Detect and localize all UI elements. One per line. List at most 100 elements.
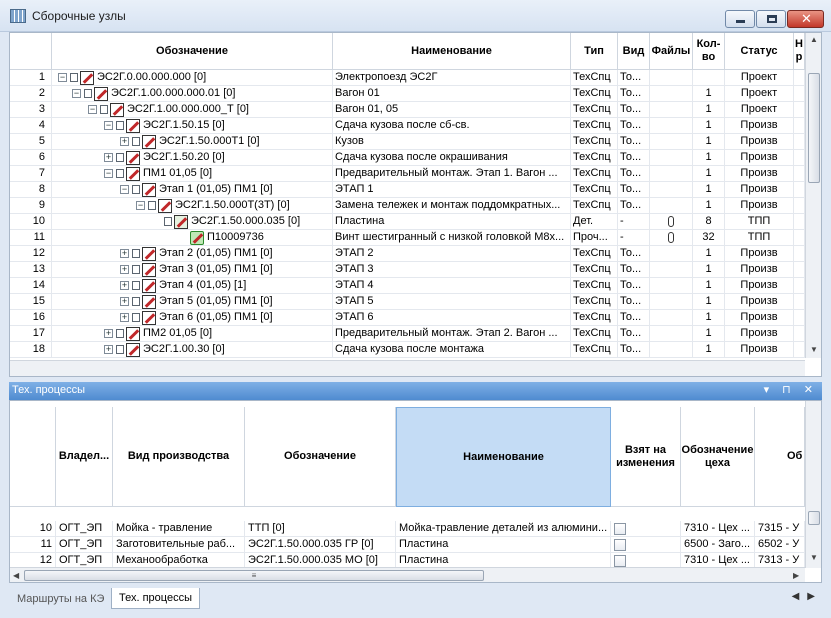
scroll-down-icon-2[interactable]: ▼ — [810, 553, 818, 562]
taken-checkbox[interactable] — [614, 539, 626, 551]
header2-shop[interactable]: Обозначение цеха — [681, 407, 755, 507]
horizontal-scrollbar[interactable] — [10, 360, 805, 376]
checkbox-icon[interactable] — [100, 105, 108, 114]
techprocess-grid[interactable]: Владел... Вид производства Обозначение Н… — [9, 400, 822, 583]
expand-icon[interactable]: + — [120, 313, 129, 322]
checkbox-icon[interactable] — [132, 137, 140, 146]
collapse-icon[interactable]: − — [104, 121, 113, 130]
expand-icon[interactable]: + — [104, 345, 113, 354]
checkbox-icon[interactable] — [164, 217, 172, 226]
cell-qty: 1 — [693, 86, 725, 102]
scroll-up-icon[interactable]: ▲ — [810, 35, 818, 44]
expand-icon[interactable]: + — [120, 297, 129, 306]
horizontal-scrollbar-2[interactable]: ◀ ≡ ▶ — [10, 567, 805, 582]
panel-controls-icon[interactable]: ▾ ⊓ ✕ — [764, 383, 818, 396]
table-row[interactable]: 11 ОГТ_ЭП Заготовительные раб... ЭС2Г.1.50.… — [10, 537, 805, 553]
table-row[interactable]: 11 П10009736 Винт шестигранный с низкой го… — [10, 230, 805, 246]
close-button[interactable]: ✕ — [787, 10, 824, 28]
checkbox-icon[interactable] — [116, 329, 124, 338]
table-row[interactable]: 10 ОГТ_ЭП Мойка - травление ТТП [0] Мойка-тр… — [10, 521, 805, 537]
vertical-scrollbar-2[interactable]: ▼ — [805, 401, 821, 568]
table-row[interactable]: 8 − Этап 1 (01,05) ПМ1 [0] ЭТАП 1 ТехСпц То..… — [10, 182, 805, 198]
tab-techprocesses[interactable]: Тех. процессы — [111, 588, 200, 609]
paperclip-icon[interactable] — [668, 232, 674, 243]
header-type[interactable]: Тип — [571, 33, 618, 70]
collapse-icon[interactable]: − — [120, 185, 129, 194]
taken-checkbox[interactable] — [614, 523, 626, 535]
checkbox-icon[interactable] — [148, 201, 156, 210]
minimize-button[interactable] — [725, 10, 755, 28]
tab-routes[interactable]: Маршруты на КЭ — [9, 588, 112, 609]
checkbox-icon[interactable] — [116, 345, 124, 354]
table-row[interactable]: 9 − ЭС2Г.1.50.000Т(3Т) [0] Замена тележек и… — [10, 198, 805, 214]
header-files[interactable]: Файлы — [650, 33, 693, 70]
checkbox-icon[interactable] — [132, 313, 140, 322]
header-designation[interactable]: Обозначение — [52, 33, 333, 70]
collapse-icon[interactable]: − — [58, 73, 67, 82]
maximize-button[interactable] — [756, 10, 786, 28]
header-extra[interactable]: Н р — [794, 33, 805, 70]
scroll-right-icon[interactable]: ▶ — [793, 571, 799, 580]
table-row[interactable]: 13 + Этап 3 (01,05) ПМ1 [0] ЭТАП 3 ТехСпц То.… — [10, 262, 805, 278]
table-row[interactable]: 14 + Этап 4 (01,05) [1] ЭТАП 4 ТехСпц То... 1 П… — [10, 278, 805, 294]
window-title: Сборочные узлы — [32, 9, 126, 23]
scroll-thumb[interactable] — [808, 73, 820, 183]
header2-owner[interactable]: Владел... — [56, 407, 113, 507]
checkbox-icon[interactable] — [132, 265, 140, 274]
header2-prodtype[interactable]: Вид производства — [113, 407, 245, 507]
checkbox-icon[interactable] — [116, 121, 124, 130]
collapse-icon[interactable]: − — [104, 169, 113, 178]
header-qty[interactable]: Кол-во — [693, 33, 725, 70]
taken-checkbox[interactable] — [614, 555, 626, 567]
checkbox-icon[interactable] — [132, 249, 140, 258]
checkbox-icon[interactable] — [116, 169, 124, 178]
header-name[interactable]: Наименование — [333, 33, 571, 70]
header2-name[interactable]: Наименование — [396, 407, 611, 507]
checkbox-icon[interactable] — [116, 153, 124, 162]
header2-designation[interactable]: Обозначение — [245, 407, 396, 507]
table-row[interactable]: 1− ЭС2Г.0.00.000.000 [0] Электропоезд ЭС2Г… — [10, 70, 805, 86]
table-row[interactable]: 17 + ПМ2 01,05 [0] Предварительный монтаж. … — [10, 326, 805, 342]
table-row[interactable]: 16 + Этап 6 (01,05) ПМ1 [0] ЭТАП 6 ТехСпц То.… — [10, 310, 805, 326]
collapse-icon[interactable]: − — [88, 105, 97, 114]
collapse-icon[interactable]: − — [136, 201, 145, 210]
expand-icon[interactable]: + — [104, 153, 113, 162]
tab-nav-arrows-icon[interactable]: ◀▶ — [792, 591, 823, 602]
checkbox-icon[interactable] — [70, 73, 78, 82]
assembly-grid[interactable]: Обозначение Наименование Тип Вид Файлы К… — [9, 32, 822, 377]
cell-shop: 7310 - Цех ... — [681, 521, 755, 537]
table-row[interactable]: 18 + ЭС2Г.1.00.30 [0] Сдача кузова после мо… — [10, 342, 805, 358]
expand-icon[interactable]: + — [120, 249, 129, 258]
expand-icon[interactable]: + — [120, 137, 129, 146]
scroll-thumb-2[interactable] — [808, 511, 820, 525]
collapse-icon[interactable]: − — [72, 89, 81, 98]
table-row[interactable]: 4 − ЭС2Г.1.50.15 [0] Сдача кузова после сб-… — [10, 118, 805, 134]
hscroll-thumb[interactable]: ≡ — [24, 570, 484, 581]
table-row[interactable]: 5 + ЭС2Г.1.50.000Т1 [0] Кузов ТехСпц То... 1 Пр… — [10, 134, 805, 150]
checkbox-icon[interactable] — [132, 281, 140, 290]
checkbox-icon[interactable] — [84, 89, 92, 98]
table-row[interactable]: 15 + Этап 5 (01,05) ПМ1 [0] ЭТАП 5 ТехСпц То.… — [10, 294, 805, 310]
expand-icon[interactable]: + — [120, 265, 129, 274]
table-row[interactable]: 10 ЭС2Г.1.50.000.035 [0] Пластина Дет. - 8 ТПП — [10, 214, 805, 230]
table-row[interactable]: 7 − ПМ1 01,05 [0] Предварительный монтаж. Э… — [10, 166, 805, 182]
expand-icon[interactable]: + — [120, 281, 129, 290]
scroll-left-icon[interactable]: ◀ — [13, 571, 19, 580]
cell-designation: П10009736 — [52, 230, 333, 246]
vertical-scrollbar[interactable]: ▲ ▼ — [805, 33, 821, 358]
cell-designation: + ПМ2 01,05 [0] — [52, 326, 333, 342]
header-kind[interactable]: Вид — [618, 33, 650, 70]
checkbox-icon[interactable] — [132, 185, 140, 194]
checkbox-icon[interactable] — [132, 297, 140, 306]
expand-icon[interactable]: + — [104, 329, 113, 338]
table-row[interactable]: 6 + ЭС2Г.1.50.20 [0] Сдача кузова после окр… — [10, 150, 805, 166]
header-status[interactable]: Статус — [725, 33, 794, 70]
header2-extra[interactable]: Об — [755, 407, 805, 507]
paperclip-icon[interactable] — [668, 216, 674, 227]
scroll-down-icon[interactable]: ▼ — [810, 345, 818, 354]
header2-taken[interactable]: Взят на изменения — [611, 407, 681, 507]
table-row[interactable]: 2 − ЭС2Г.1.00.000.000.01 [0] Вагон 01 ТехСпц… — [10, 86, 805, 102]
cell-kind: То... — [618, 326, 650, 342]
table-row[interactable]: 12 + Этап 2 (01,05) ПМ1 [0] ЭТАП 2 ТехСпц То.… — [10, 246, 805, 262]
table-row[interactable]: 3 − ЭС2Г.1.00.000.000_Т [0] Вагон 01, 05 Тех… — [10, 102, 805, 118]
